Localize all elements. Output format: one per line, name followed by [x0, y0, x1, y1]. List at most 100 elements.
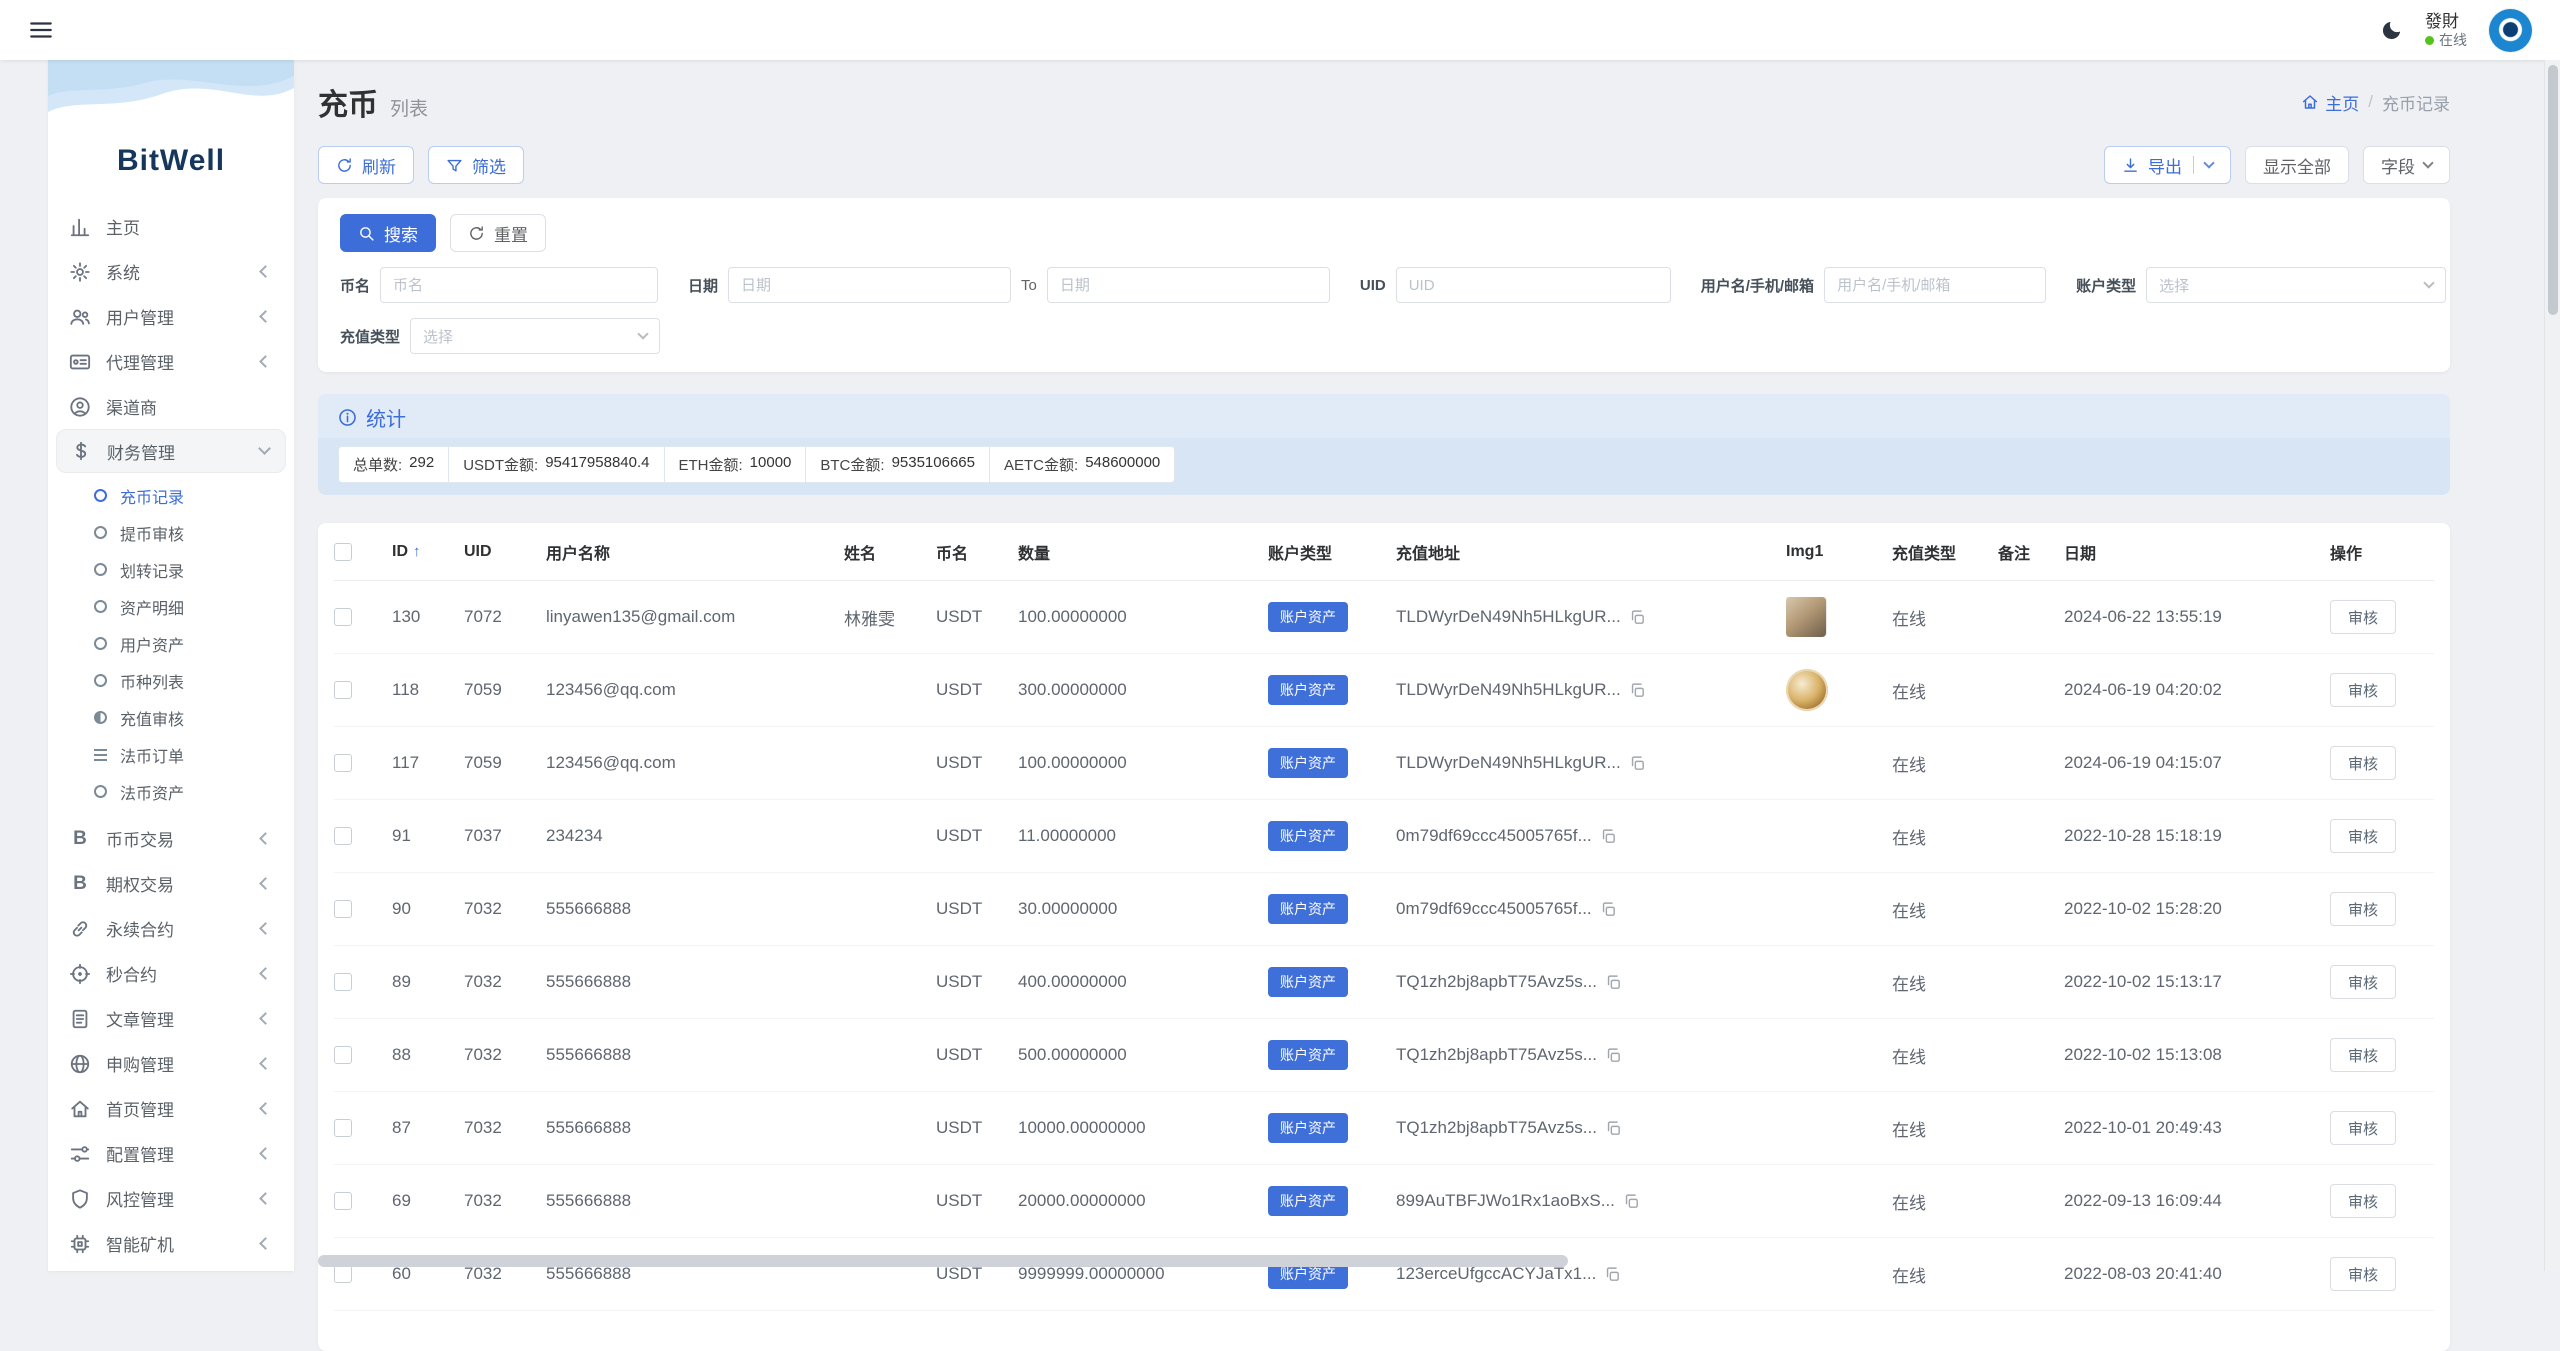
- sidebar-subitem-2[interactable]: 划转记录: [48, 551, 294, 588]
- reset-button[interactable]: 重置: [450, 214, 546, 252]
- sidebar-subitem-3[interactable]: 资产明细: [48, 588, 294, 625]
- uid-input[interactable]: [1396, 267, 1671, 303]
- audit-button[interactable]: 审核: [2330, 1184, 2396, 1218]
- sidebar-item-label: 秒合约: [106, 961, 157, 986]
- sidebar-subitem-1[interactable]: 提币审核: [48, 514, 294, 551]
- bullet-icon: [94, 637, 107, 650]
- sidebar-item-4[interactable]: 渠道商: [48, 384, 294, 429]
- fields-button[interactable]: 字段: [2363, 146, 2450, 184]
- dark-mode-icon[interactable]: [2380, 19, 2403, 42]
- audit-button[interactable]: 审核: [2330, 819, 2396, 853]
- sidebar-item-9[interactable]: 秒合约: [48, 951, 294, 996]
- export-button[interactable]: 导出: [2104, 146, 2231, 184]
- copy-icon[interactable]: [1600, 828, 1617, 845]
- audit-button[interactable]: 审核: [2330, 673, 2396, 707]
- user-info[interactable]: 發財 在线: [2425, 11, 2467, 50]
- coin-input[interactable]: [380, 267, 658, 303]
- copy-icon[interactable]: [1600, 901, 1617, 918]
- cell-username: 555666888: [546, 1264, 844, 1284]
- sidebar-item-14[interactable]: 风控管理: [48, 1176, 294, 1221]
- audit-button[interactable]: 审核: [2330, 1111, 2396, 1145]
- cell-address: TLDWyrDeN49Nh5HLkgUR...: [1396, 680, 1621, 700]
- sidebar-item-15[interactable]: 智能矿机: [48, 1221, 294, 1266]
- copy-icon[interactable]: [1604, 1266, 1621, 1283]
- date-from-input[interactable]: [728, 267, 1011, 303]
- copy-icon[interactable]: [1605, 974, 1622, 991]
- sidebar-subitem-4[interactable]: 用户资产: [48, 625, 294, 662]
- sidebar-item-1[interactable]: 系统: [48, 249, 294, 294]
- breadcrumb-home-link[interactable]: 主页: [2301, 90, 2359, 115]
- cell-username: 555666888: [546, 972, 844, 992]
- menu-toggle-icon[interactable]: [28, 17, 54, 43]
- sort-asc-icon[interactable]: ↑: [413, 543, 421, 560]
- row-checkbox[interactable]: [334, 754, 352, 772]
- audit-button[interactable]: 审核: [2330, 892, 2396, 926]
- sidebar-item-2[interactable]: 用户管理: [48, 294, 294, 339]
- refresh-button[interactable]: 刷新: [318, 146, 414, 184]
- sidebar-item-12[interactable]: 首页管理: [48, 1086, 294, 1131]
- horizontal-scrollbar-thumb[interactable]: [318, 1255, 1568, 1267]
- vertical-scrollbar[interactable]: [2544, 60, 2560, 1271]
- user-input[interactable]: [1824, 267, 2046, 303]
- cell-coin: USDT: [936, 607, 1018, 627]
- recharge-type-select[interactable]: 选择: [410, 318, 660, 354]
- sidebar-subitem-5[interactable]: 币种列表: [48, 662, 294, 699]
- account-type-select[interactable]: 选择: [2146, 267, 2446, 303]
- sidebar-subitem-6[interactable]: 充值审核: [48, 699, 294, 736]
- sidebar-item-6[interactable]: B 币币交易: [48, 816, 294, 861]
- copy-icon[interactable]: [1629, 682, 1646, 699]
- sidebar-subitem-8[interactable]: 法币资产: [48, 773, 294, 810]
- table-row: 90 7032 555666888 USDT 30.00000000 账户资产 …: [334, 873, 2434, 946]
- search-panel: 搜索 重置 币名 日期 To UID 用户名/手机/邮箱: [318, 198, 2450, 372]
- row-checkbox[interactable]: [334, 973, 352, 991]
- audit-button[interactable]: 审核: [2330, 746, 2396, 780]
- copy-icon[interactable]: [1629, 755, 1646, 772]
- sidebar-item-10[interactable]: 文章管理: [48, 996, 294, 1041]
- audit-button[interactable]: 审核: [2330, 600, 2396, 634]
- copy-icon[interactable]: [1605, 1047, 1622, 1064]
- select-all-checkbox[interactable]: [334, 543, 352, 561]
- row-checkbox[interactable]: [334, 1119, 352, 1137]
- filter-button[interactable]: 筛选: [428, 146, 524, 184]
- stat-item: USDT金额: 95417958840.4: [449, 446, 664, 483]
- date-to-input[interactable]: [1047, 267, 1330, 303]
- audit-button[interactable]: 审核: [2330, 1257, 2396, 1291]
- sidebar-item-0[interactable]: 主页: [48, 204, 294, 249]
- sidebar-subitem-label: 充币记录: [120, 484, 184, 508]
- sidebar-item-5[interactable]: 财务管理: [56, 429, 286, 473]
- sidebar-item-3[interactable]: 代理管理: [48, 339, 294, 384]
- row-checkbox[interactable]: [334, 1046, 352, 1064]
- row-checkbox[interactable]: [334, 900, 352, 918]
- row-checkbox[interactable]: [334, 608, 352, 626]
- row-checkbox[interactable]: [334, 1192, 352, 1210]
- sidebar-subitem-0[interactable]: 充币记录: [48, 477, 294, 514]
- deposit-proof-image[interactable]: [1786, 669, 1828, 711]
- stat-value: 548600000: [1085, 454, 1160, 475]
- avatar[interactable]: [2489, 9, 2532, 52]
- sidebar-item-8[interactable]: 永续合约: [48, 906, 294, 951]
- row-checkbox[interactable]: [334, 681, 352, 699]
- users-icon: [68, 306, 92, 328]
- sidebar-subitem-7[interactable]: 法币订单: [48, 736, 294, 773]
- row-checkbox[interactable]: [334, 1265, 352, 1283]
- copy-icon[interactable]: [1605, 1120, 1622, 1137]
- chevron-icon: [259, 1237, 272, 1250]
- deposit-proof-image[interactable]: [1786, 597, 1826, 637]
- sidebar-item-13[interactable]: 配置管理: [48, 1131, 294, 1176]
- sidebar-item-11[interactable]: 申购管理: [48, 1041, 294, 1086]
- copy-icon[interactable]: [1629, 609, 1646, 626]
- row-checkbox[interactable]: [334, 827, 352, 845]
- audit-button[interactable]: 审核: [2330, 965, 2396, 999]
- chevron-down-icon: [2203, 157, 2214, 168]
- show-all-button[interactable]: 显示全部: [2245, 146, 2349, 184]
- divider: [2193, 156, 2194, 174]
- copy-icon[interactable]: [1623, 1193, 1640, 1210]
- audit-button[interactable]: 审核: [2330, 1038, 2396, 1072]
- table-row: 117 7059 123456@qq.com USDT 100.00000000…: [334, 727, 2434, 800]
- sidebar-item-7[interactable]: B 期权交易: [48, 861, 294, 906]
- search-button[interactable]: 搜索: [340, 214, 436, 252]
- chevron-icon: [258, 442, 271, 455]
- vertical-scrollbar-thumb[interactable]: [2548, 65, 2558, 315]
- stat-label: AETC金额:: [1004, 454, 1078, 475]
- coin-filter-label: 币名: [340, 275, 370, 296]
